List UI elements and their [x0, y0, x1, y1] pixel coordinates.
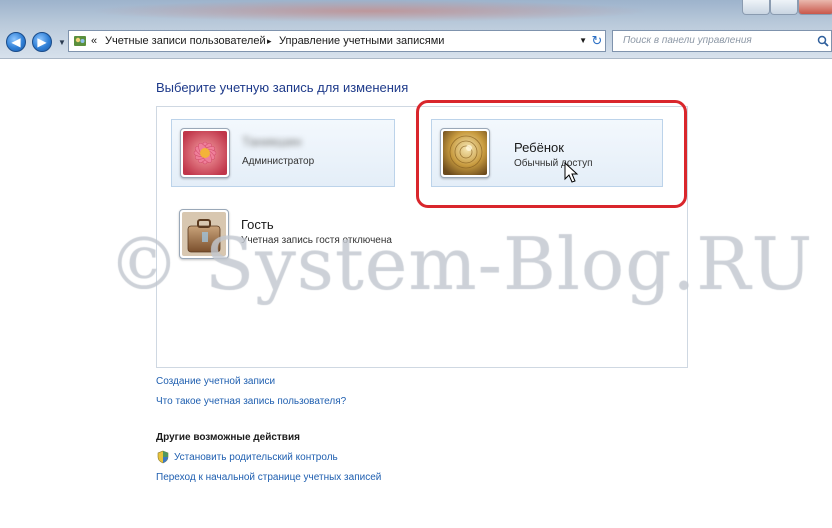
title-bar-glow: [90, 0, 650, 22]
page-title: Выберите учетную запись для изменения: [156, 80, 409, 95]
account-name: Таникшин: [242, 134, 302, 149]
minimize-button[interactable]: [742, 0, 770, 15]
create-account-link[interactable]: Создание учетной записи: [156, 376, 275, 387]
breadcrumb-user-accounts[interactable]: Учетные записи пользователей: [105, 31, 266, 51]
account-type: Администратор: [242, 156, 315, 167]
guest-suitcase-icon: [182, 212, 226, 256]
address-bar[interactable]: « Учетные записи пользователей ▸ Управле…: [68, 30, 606, 52]
breadcrumb-separator-icon[interactable]: ▸: [267, 31, 272, 51]
account-tile-child[interactable]: Ребёнок Обычный доступ: [431, 119, 663, 187]
forward-arrow-icon[interactable]: ▶: [32, 32, 52, 52]
account-name: Гость: [241, 217, 274, 232]
avatar: [179, 209, 229, 259]
search-input[interactable]: Поиск в панели управления: [612, 30, 832, 52]
address-dropdown-icon[interactable]: ▼: [579, 31, 587, 51]
account-type: Учетная запись гостя отключена: [241, 235, 392, 246]
other-actions-heading: Другие возможные действия: [156, 432, 300, 443]
accounts-panel: Таникшин Администратор Ребёнок Обычный д…: [156, 106, 688, 368]
back-arrow-icon[interactable]: ◀: [6, 32, 26, 52]
breadcrumb-overflow[interactable]: «: [91, 31, 97, 51]
close-button[interactable]: [798, 0, 832, 15]
search-icon[interactable]: [817, 35, 829, 47]
account-name: Ребёнок: [514, 140, 564, 155]
maximize-button[interactable]: [770, 0, 798, 15]
mouse-pointer-icon: [564, 162, 579, 183]
account-tile-guest[interactable]: Гость Учетная запись гостя отключена: [171, 201, 471, 269]
parental-shield-icon: [157, 450, 169, 464]
account-type: Обычный доступ: [514, 158, 593, 169]
refresh-icon[interactable]: ↻: [588, 30, 606, 52]
account-tile-administrator[interactable]: Таникшин Администратор: [171, 119, 395, 187]
parental-control-link[interactable]: Установить родительский контроль: [174, 452, 338, 463]
golden-spiral-icon: [443, 131, 487, 175]
user-accounts-icon: [74, 36, 86, 46]
avatar: [440, 128, 490, 178]
history-dropdown-icon[interactable]: ▼: [58, 38, 66, 47]
what-is-account-link[interactable]: Что такое учетная запись пользователя?: [156, 396, 346, 407]
avatar: [180, 128, 230, 178]
flower-icon: [183, 131, 227, 175]
window-toolbar: ◀ ▶ ▼ « Учетные записи пользователей ▸ У…: [0, 0, 832, 59]
accounts-home-link[interactable]: Переход к начальной странице учетных зап…: [156, 472, 381, 483]
search-placeholder: Поиск в панели управления: [623, 35, 752, 46]
breadcrumb-manage-accounts[interactable]: Управление учетными записями: [279, 31, 444, 51]
